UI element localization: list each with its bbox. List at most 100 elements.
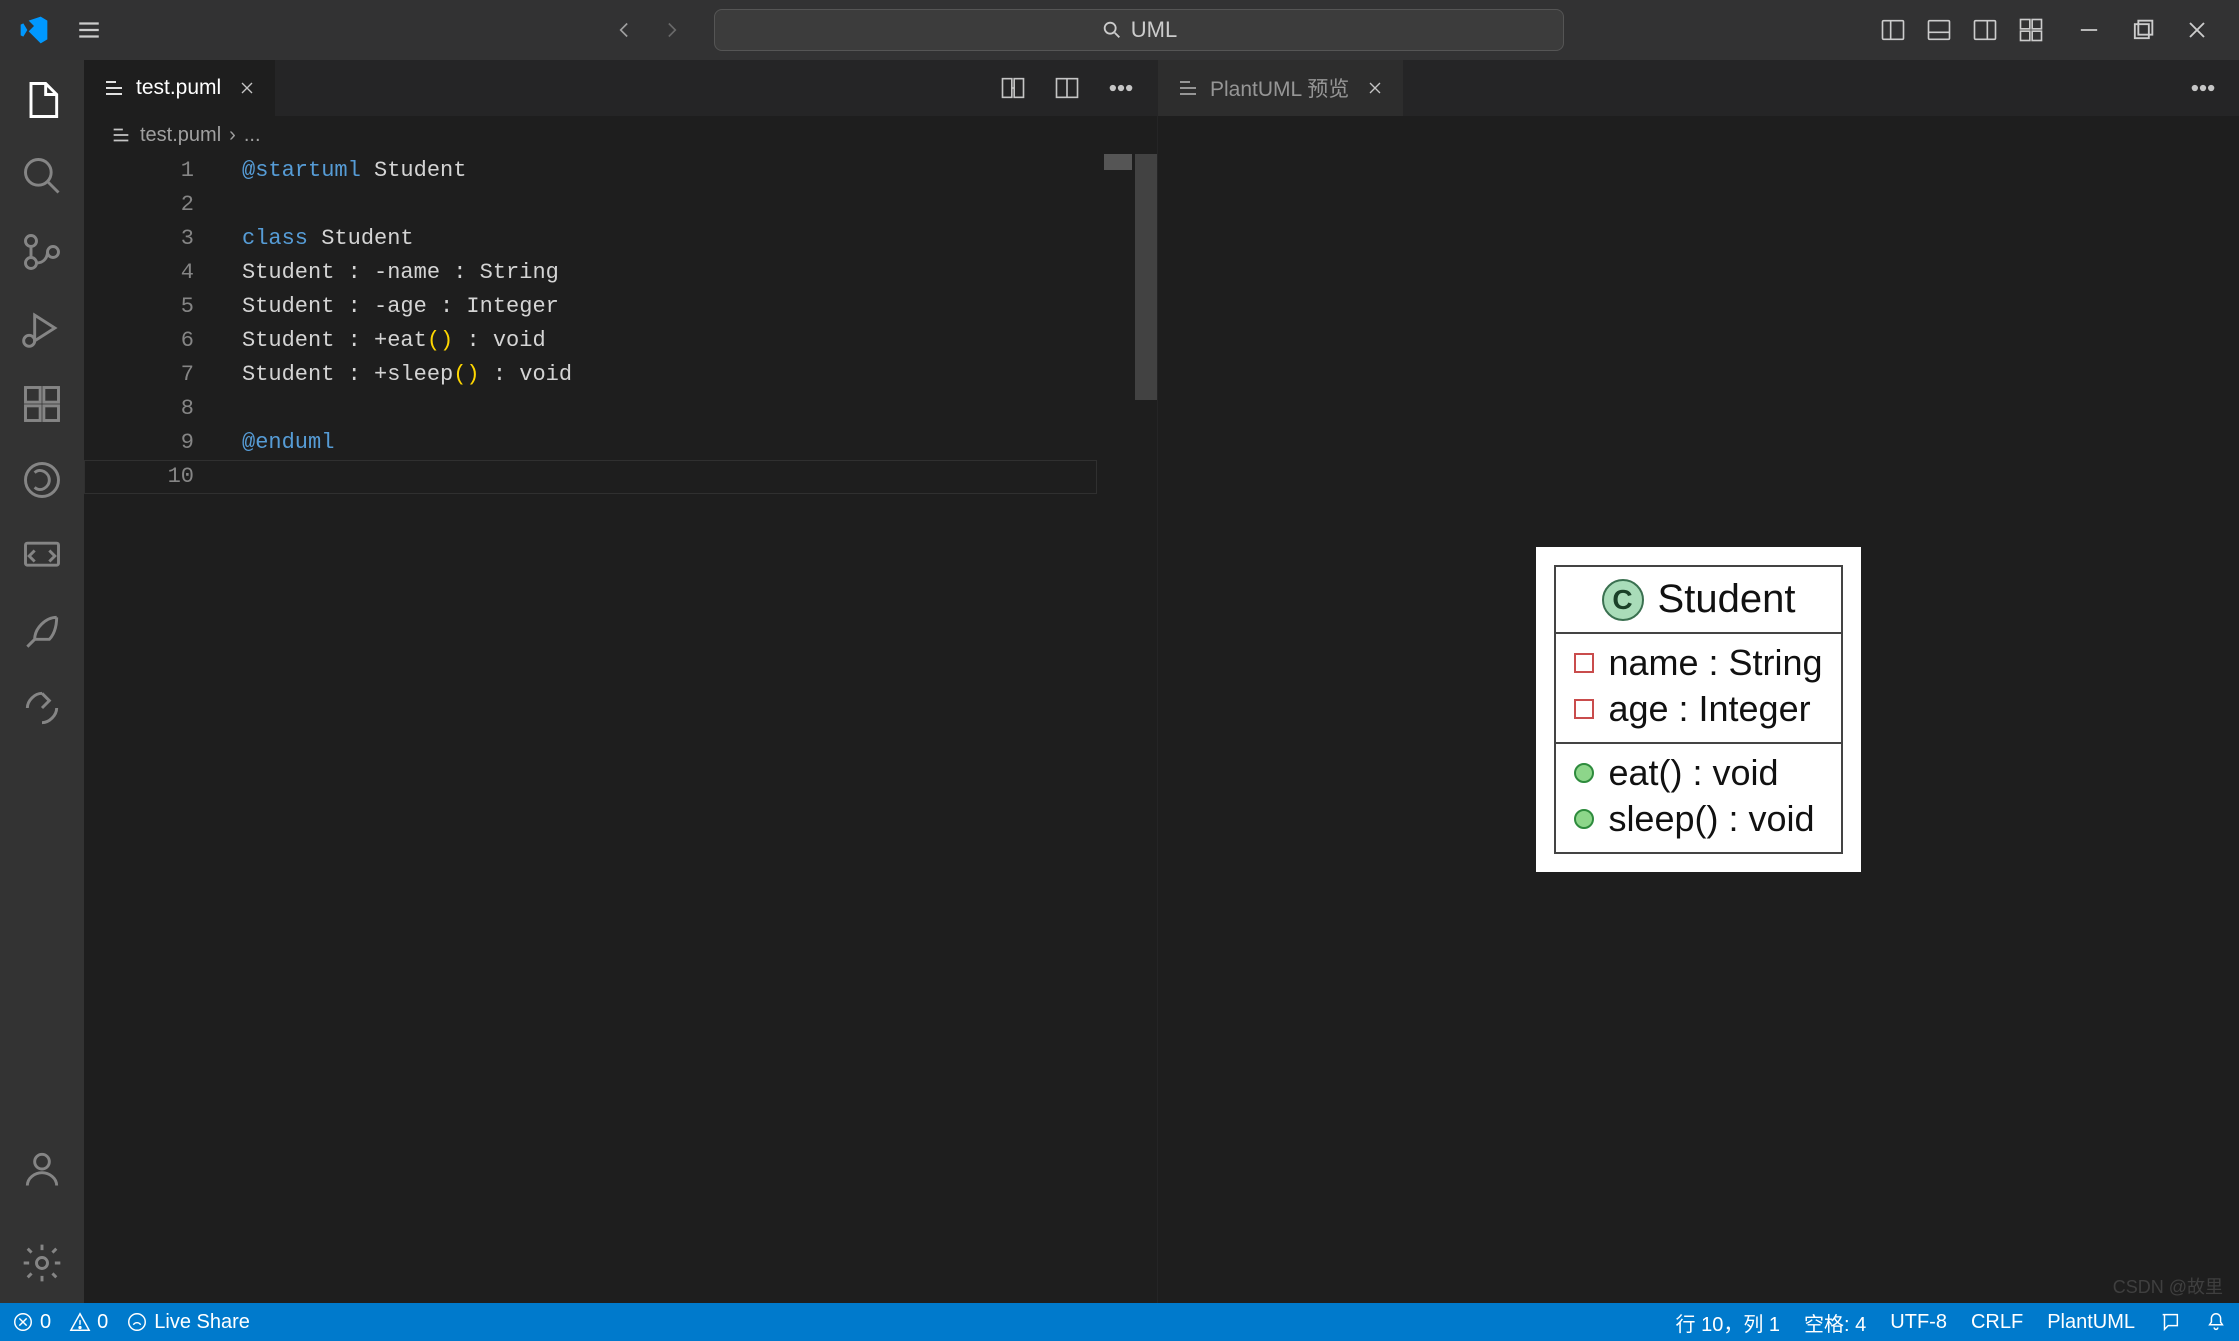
status-errors[interactable]: 0 bbox=[12, 1311, 51, 1334]
file-icon bbox=[1176, 76, 1200, 100]
breadcrumb-rest: ... bbox=[244, 124, 261, 147]
status-warnings[interactable]: 0 bbox=[69, 1311, 108, 1334]
code-line[interactable]: Student : +sleep() : void bbox=[242, 358, 1157, 392]
code-line[interactable]: @startuml Student bbox=[242, 154, 1157, 188]
breadcrumb[interactable]: test.puml › ... bbox=[84, 116, 1157, 154]
uml-attribute-row: name : String bbox=[1574, 640, 1822, 686]
private-vis-icon bbox=[1574, 699, 1594, 719]
tab-bar-right: PlantUML 预览 bbox=[1158, 60, 2239, 116]
extensions-icon[interactable] bbox=[20, 382, 64, 426]
status-cursor[interactable]: 行 10，列 1 bbox=[1676, 1308, 1780, 1337]
split-editor-icon[interactable] bbox=[1053, 74, 1081, 102]
chevron-right-icon: › bbox=[229, 124, 236, 147]
tab-plantuml-preview[interactable]: PlantUML 预览 bbox=[1158, 60, 1404, 116]
settings-gear-icon[interactable] bbox=[20, 1241, 64, 1285]
uml-method-row: eat() : void bbox=[1574, 750, 1822, 796]
code-line[interactable]: Student : -age : Integer bbox=[242, 290, 1157, 324]
line-number: 3 bbox=[84, 222, 194, 256]
code-line[interactable]: class Student bbox=[242, 222, 1157, 256]
compare-icon[interactable] bbox=[999, 74, 1027, 102]
file-icon bbox=[110, 124, 132, 146]
customize-layout-icon[interactable] bbox=[2017, 16, 2045, 44]
scrollbar-track[interactable] bbox=[1135, 154, 1157, 1303]
toggle-left-panel-icon[interactable] bbox=[1879, 16, 1907, 44]
more-actions-icon[interactable] bbox=[1107, 74, 1135, 102]
line-number: 2 bbox=[84, 188, 194, 222]
line-number: 4 bbox=[84, 256, 194, 290]
close-tab-icon[interactable] bbox=[237, 78, 257, 98]
close-tab-icon[interactable] bbox=[1365, 78, 1385, 98]
line-number: 6 bbox=[84, 324, 194, 358]
run-debug-icon[interactable] bbox=[20, 306, 64, 350]
code-line[interactable] bbox=[242, 460, 1157, 494]
status-indent[interactable]: 空格: 4 bbox=[1804, 1308, 1866, 1337]
uml-class-header: C Student bbox=[1556, 567, 1840, 634]
vscode-logo-icon bbox=[18, 14, 50, 46]
line-number: 5 bbox=[84, 290, 194, 324]
line-number: 8 bbox=[84, 392, 194, 426]
search-icon[interactable] bbox=[20, 154, 64, 198]
accounts-icon[interactable] bbox=[20, 1147, 64, 1191]
nav-forward-icon[interactable] bbox=[658, 17, 684, 43]
status-encoding[interactable]: UTF-8 bbox=[1890, 1311, 1947, 1334]
title-bar: UML bbox=[0, 0, 2239, 60]
uml-class-icon: C bbox=[1602, 579, 1644, 621]
toggle-bottom-panel-icon[interactable] bbox=[1925, 16, 1953, 44]
command-center[interactable]: UML bbox=[714, 9, 1564, 51]
status-eol[interactable]: CRLF bbox=[1971, 1311, 2023, 1334]
watermark: CSDN @故里 bbox=[2113, 1273, 2223, 1299]
menu-icon[interactable] bbox=[76, 17, 102, 43]
code-line[interactable]: @enduml bbox=[242, 426, 1157, 460]
uml-method-row: sleep() : void bbox=[1574, 796, 1822, 842]
uml-class-name: Student bbox=[1658, 577, 1796, 622]
nav-back-icon[interactable] bbox=[612, 17, 638, 43]
command-center-text: UML bbox=[1131, 17, 1177, 43]
line-number: 7 bbox=[84, 358, 194, 392]
code-line[interactable]: Student : -name : String bbox=[242, 256, 1157, 290]
explorer-icon[interactable] bbox=[20, 78, 64, 122]
code-content[interactable]: @startuml Studentclass StudentStudent : … bbox=[242, 154, 1157, 1303]
line-number-gutter: 12345678910 bbox=[84, 154, 242, 1303]
code-line[interactable] bbox=[242, 188, 1157, 222]
status-bar: 0 0 Live Share 行 10，列 1 空格: 4 UTF-8 CRLF… bbox=[0, 1303, 2239, 1341]
breadcrumb-file: test.puml bbox=[140, 124, 221, 147]
minimize-icon[interactable] bbox=[2075, 16, 2103, 44]
maximize-icon[interactable] bbox=[2129, 16, 2157, 44]
uml-diagram: C Student name : Stringage : Integer eat… bbox=[1536, 547, 1860, 872]
notifications-bell-icon[interactable] bbox=[2205, 1311, 2227, 1333]
close-icon[interactable] bbox=[2183, 16, 2211, 44]
tab-label: test.puml bbox=[136, 76, 221, 100]
public-vis-icon bbox=[1574, 763, 1594, 783]
file-icon bbox=[102, 76, 126, 100]
status-language[interactable]: PlantUML bbox=[2047, 1311, 2135, 1334]
code-editor[interactable]: 12345678910 @startuml Studentclass Stude… bbox=[84, 154, 1157, 1303]
tab-test-puml[interactable]: test.puml bbox=[84, 60, 276, 116]
tab-bar-left: test.puml bbox=[84, 60, 1157, 116]
tab-label: PlantUML 预览 bbox=[1210, 73, 1349, 103]
source-control-icon[interactable] bbox=[20, 230, 64, 274]
remote-explorer-icon[interactable] bbox=[20, 534, 64, 578]
uml-attributes: name : Stringage : Integer bbox=[1556, 634, 1840, 744]
minimap[interactable] bbox=[1104, 154, 1132, 170]
status-live-share[interactable]: Live Share bbox=[126, 1311, 250, 1334]
more-actions-icon[interactable] bbox=[2189, 74, 2217, 102]
editor-group-right: PlantUML 预览 C Student name : Stringage :… bbox=[1157, 60, 2239, 1303]
private-vis-icon bbox=[1574, 653, 1594, 673]
feedback-icon[interactable] bbox=[2159, 1311, 2181, 1333]
uml-methods: eat() : voidsleep() : void bbox=[1556, 744, 1840, 852]
line-number: 1 bbox=[84, 154, 194, 188]
activity-bar bbox=[0, 60, 84, 1303]
line-number: 9 bbox=[84, 426, 194, 460]
share-icon[interactable] bbox=[20, 686, 64, 730]
toggle-right-panel-icon[interactable] bbox=[1971, 16, 1999, 44]
editor-group-left: test.puml test.puml › ... 12345678910 @s… bbox=[84, 60, 1157, 1303]
uml-attribute-row: age : Integer bbox=[1574, 686, 1822, 732]
chatgpt-icon[interactable] bbox=[20, 458, 64, 502]
layout-controls bbox=[1879, 16, 2045, 44]
code-line[interactable]: Student : +eat() : void bbox=[242, 324, 1157, 358]
public-vis-icon bbox=[1574, 809, 1594, 829]
feather-icon[interactable] bbox=[20, 610, 64, 654]
code-line[interactable] bbox=[242, 392, 1157, 426]
plantuml-preview[interactable]: C Student name : Stringage : Integer eat… bbox=[1158, 116, 2239, 1303]
scrollbar-thumb[interactable] bbox=[1135, 154, 1157, 400]
